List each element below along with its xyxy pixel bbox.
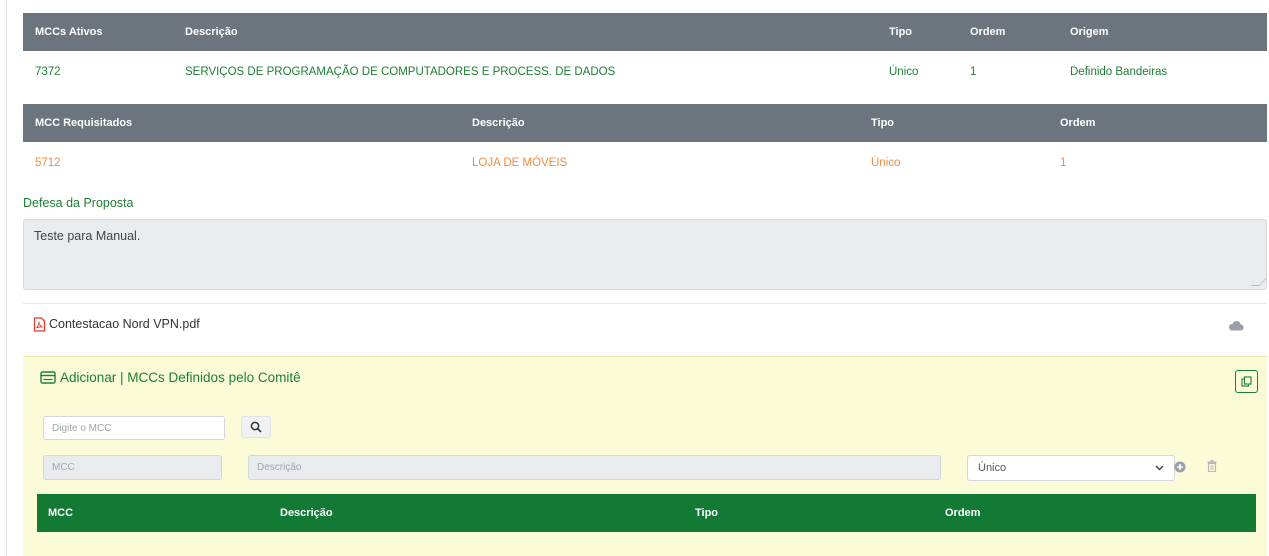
col-descricao: Descrição	[185, 26, 238, 38]
add-circle-icon	[1174, 461, 1186, 473]
search-button[interactable]	[241, 416, 271, 438]
defesa-label: Defesa da Proposta	[23, 196, 134, 210]
resize-handle-icon[interactable]	[1251, 278, 1267, 286]
col-ordem: Ordem	[945, 507, 981, 519]
col-tipo: Tipo	[695, 507, 719, 519]
col-mcc: MCC	[48, 507, 74, 519]
col-mcc-requisitados: MCC Requisitados	[35, 117, 133, 129]
cell-ordem: 1	[1060, 157, 1067, 169]
col-tipo: Tipo	[889, 26, 913, 38]
defesa-text: Teste para Manual.	[34, 229, 141, 243]
comite-panel: Adicionar | MCCs Definidos pelo Comitê D…	[23, 356, 1267, 556]
tipo-selected: Único	[978, 462, 1007, 474]
col-ordem: Ordem	[1060, 117, 1096, 129]
col-descricao: Descrição	[280, 507, 333, 519]
card-icon	[40, 371, 56, 384]
panel-title-text: Adicionar | MCCs Definidos pelo Comitê	[60, 370, 301, 385]
descricao-field[interactable]: Descrição	[248, 455, 941, 480]
copy-button[interactable]	[1235, 370, 1258, 393]
descricao-field-placeholder: Descrição	[257, 462, 302, 473]
delete-button[interactable]	[1204, 458, 1220, 474]
cell-descricao: LOJA DE MÓVEIS	[472, 157, 568, 169]
col-ordem: Ordem	[970, 26, 1006, 38]
tipo-select[interactable]: Único	[967, 455, 1175, 481]
search-icon	[250, 421, 262, 433]
col-origem: Origem	[1070, 26, 1109, 38]
attachment-filename: Contestacao Nord VPN.pdf	[49, 317, 200, 331]
mcc-search-input[interactable]: Digite o MCC	[43, 416, 225, 440]
mcc-ativos-header: MCCs Ativos Descrição Tipo Ordem Origem	[23, 13, 1267, 51]
cloud-download-icon[interactable]	[1228, 318, 1244, 336]
cell-tipo: Único	[871, 157, 901, 169]
mcc-field[interactable]: MCC	[43, 455, 222, 480]
table-row: 7372 SERVIÇOS DE PROGRAMAÇÃO DE COMPUTAD…	[23, 51, 1267, 93]
cell-origem: Definido Bandeiras	[1070, 66, 1168, 78]
mcc-requisitados-table: MCC Requisitados Descrição Tipo Ordem 57…	[23, 104, 1267, 184]
col-mccs-ativos: MCCs Ativos	[35, 26, 103, 38]
trash-icon	[1207, 460, 1217, 472]
panel-title: Adicionar | MCCs Definidos pelo Comitê	[40, 370, 301, 385]
cell-ordem: 1	[970, 66, 977, 78]
col-descricao: Descrição	[472, 117, 525, 129]
comite-table-header: MCC Descrição Tipo Ordem	[37, 494, 1256, 532]
page-left-border	[6, 0, 7, 556]
cell-mcc: 5712	[35, 157, 61, 169]
divider	[23, 303, 1267, 304]
pdf-file-icon	[33, 316, 46, 332]
mcc-ativos-table: MCCs Ativos Descrição Tipo Ordem Origem …	[23, 13, 1267, 93]
cell-descricao: SERVIÇOS DE PROGRAMAÇÃO DE COMPUTADORES …	[185, 66, 616, 78]
chevron-down-icon	[1155, 465, 1164, 471]
copy-icon	[1241, 376, 1252, 387]
attachment-link[interactable]: Contestacao Nord VPN.pdf	[33, 314, 200, 334]
defesa-textarea[interactable]: Teste para Manual.	[23, 219, 1267, 290]
mcc-field-placeholder: MCC	[52, 462, 75, 473]
cell-mcc: 7372	[35, 66, 61, 78]
add-button[interactable]	[1172, 459, 1188, 475]
table-row: 5712 LOJA DE MÓVEIS Único 1	[23, 142, 1267, 184]
mcc-search-placeholder: Digite o MCC	[52, 422, 112, 434]
col-tipo: Tipo	[871, 117, 895, 129]
cell-tipo: Único	[889, 66, 919, 78]
mcc-requisitados-header: MCC Requisitados Descrição Tipo Ordem	[23, 104, 1267, 142]
